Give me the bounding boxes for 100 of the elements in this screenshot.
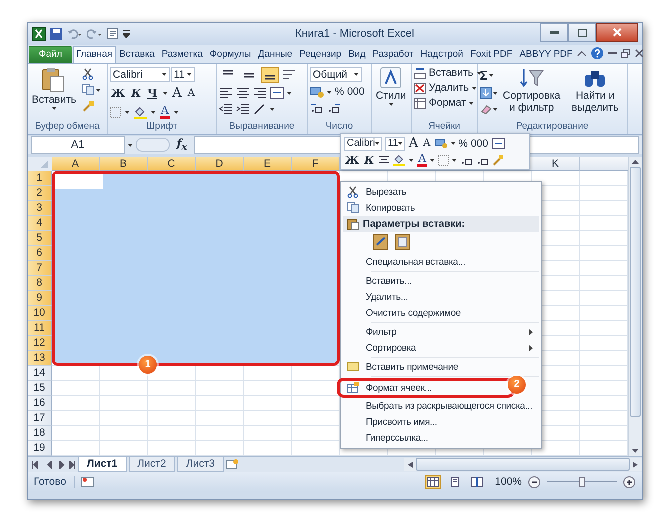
menu-item[interactable]: Сортировка bbox=[343, 340, 539, 356]
ribbon-tab[interactable]: ABBYY PDF bbox=[516, 46, 576, 63]
decrease-decimal-icon[interactable] bbox=[327, 102, 341, 114]
minimize-ribbon-icon[interactable] bbox=[576, 50, 587, 58]
active-cell[interactable] bbox=[55, 174, 103, 189]
record-macro-icon[interactable] bbox=[81, 476, 96, 488]
align-center-icon[interactable] bbox=[236, 87, 250, 99]
borders-icon[interactable] bbox=[110, 106, 121, 118]
fill-color-icon[interactable] bbox=[393, 154, 406, 166]
menu-item[interactable]: Вырезать bbox=[343, 184, 539, 200]
menu-item[interactable]: Формат ячеек... bbox=[340, 381, 512, 395]
delete-cells-button[interactable]: Удалить bbox=[414, 82, 478, 94]
column-header[interactable]: A bbox=[52, 157, 100, 171]
restore-workbook-icon[interactable] bbox=[620, 48, 631, 58]
save-icon[interactable] bbox=[50, 28, 63, 40]
font-color-button[interactable]: A bbox=[417, 153, 428, 167]
font-size-field[interactable]: 11 bbox=[385, 136, 405, 150]
merge-cells-icon[interactable] bbox=[492, 138, 504, 149]
align-right-icon[interactable] bbox=[253, 87, 267, 99]
italic-button[interactable]: К bbox=[363, 154, 376, 166]
grow-font-button[interactable]: A bbox=[408, 136, 420, 151]
row-header[interactable]: 5 bbox=[28, 231, 52, 246]
bottom-align-button[interactable] bbox=[261, 67, 279, 83]
customize-toolbar-icon[interactable] bbox=[123, 30, 130, 38]
ribbon-tab[interactable]: Рецензир bbox=[296, 46, 345, 63]
scroll-left-arrow-icon[interactable] bbox=[408, 462, 413, 468]
row-header[interactable]: 8 bbox=[28, 276, 52, 291]
row-header[interactable]: 4 bbox=[28, 216, 52, 231]
thousands-separator-button[interactable]: 000 bbox=[347, 86, 365, 98]
insert-sheet-icon[interactable] bbox=[226, 459, 240, 470]
fill-color-icon[interactable] bbox=[134, 106, 147, 118]
autosum-button[interactable]: Σ bbox=[480, 68, 488, 83]
row-header[interactable]: 14 bbox=[28, 366, 52, 381]
underline-button[interactable]: Ч bbox=[146, 87, 158, 100]
row-header[interactable]: 1 bbox=[28, 171, 52, 186]
row-header[interactable]: 19 bbox=[28, 441, 52, 456]
menu-item[interactable]: Копировать bbox=[343, 200, 539, 216]
currency-icon[interactable] bbox=[310, 86, 324, 98]
row-header[interactable]: 2 bbox=[28, 186, 52, 201]
minimize-workbook-icon[interactable] bbox=[608, 52, 617, 55]
ribbon-tab[interactable]: Разработ bbox=[370, 46, 417, 63]
scroll-down-arrow-icon[interactable] bbox=[632, 449, 639, 453]
ribbon-tab[interactable]: Разметка bbox=[158, 46, 206, 63]
ribbon-tab[interactable]: Файл bbox=[29, 46, 72, 63]
row-header[interactable]: 12 bbox=[28, 336, 52, 351]
vertical-scrollbar[interactable] bbox=[628, 157, 642, 456]
menu-item[interactable]: Гиперссылка... bbox=[343, 430, 539, 446]
increase-decimal-icon[interactable] bbox=[310, 102, 324, 114]
thousands-separator-button[interactable]: 000 bbox=[470, 138, 488, 150]
menu-item[interactable]: Фильтр bbox=[343, 324, 539, 340]
bold-button[interactable]: Ж bbox=[344, 154, 360, 166]
paste-option-icon[interactable] bbox=[373, 233, 391, 251]
scrollbar-thumb[interactable] bbox=[630, 167, 641, 417]
borders-icon[interactable] bbox=[438, 154, 450, 166]
column-header[interactable]: B bbox=[100, 157, 148, 171]
font-name-field[interactable]: Calibri bbox=[110, 67, 170, 82]
paintbrush-icon[interactable] bbox=[82, 100, 95, 113]
zoom-in-icon[interactable] bbox=[623, 476, 636, 488]
number-format-field[interactable]: Общий bbox=[310, 67, 362, 82]
normal-view-button[interactable] bbox=[425, 475, 442, 489]
row-header[interactable]: 3 bbox=[28, 201, 52, 216]
styles-button[interactable]: Стили bbox=[374, 67, 408, 106]
row-header[interactable]: 7 bbox=[28, 261, 52, 276]
sheet-tab[interactable]: Лист1 bbox=[78, 457, 127, 472]
eraser-icon[interactable] bbox=[480, 103, 492, 115]
bold-button[interactable]: Ж bbox=[110, 87, 126, 100]
column-header[interactable]: F bbox=[292, 157, 340, 171]
sort-filter-button[interactable]: Сортировка и фильтр bbox=[501, 67, 563, 114]
scroll-up-arrow-icon[interactable] bbox=[632, 160, 639, 164]
insert-function-button[interactable]: f$_{x}$ bbox=[173, 136, 192, 154]
close-button[interactable] bbox=[596, 23, 638, 42]
row-header[interactable]: 18 bbox=[28, 426, 52, 441]
scroll-right-arrow-icon[interactable] bbox=[633, 462, 638, 468]
percent-button[interactable]: % bbox=[335, 86, 344, 98]
format-cells-button[interactable]: Формат bbox=[414, 97, 474, 109]
menu-item[interactable]: Удалить... bbox=[343, 289, 539, 305]
zoom-out-icon[interactable] bbox=[528, 476, 541, 488]
shrink-font-button[interactable]: A bbox=[186, 88, 196, 99]
increase-indent-icon[interactable] bbox=[236, 103, 250, 115]
menu-item[interactable]: Специальная вставка... bbox=[343, 254, 539, 270]
grow-font-button[interactable]: A bbox=[172, 86, 183, 101]
font-size-field[interactable]: 11 bbox=[171, 67, 195, 82]
menu-item[interactable]: Присвоить имя... bbox=[343, 414, 539, 430]
sheet-tab[interactable]: Лист3 bbox=[177, 457, 224, 472]
currency-icon[interactable] bbox=[434, 138, 448, 149]
name-box[interactable]: A1 bbox=[31, 136, 125, 154]
fill-down-icon[interactable] bbox=[480, 87, 492, 99]
decrease-indent-icon[interactable] bbox=[219, 103, 233, 115]
font-name-field[interactable]: Calibri bbox=[344, 136, 382, 150]
menu-item[interactable]: Вставить примечание bbox=[343, 359, 539, 375]
zoom-slider-thumb[interactable] bbox=[579, 477, 585, 487]
paste-button[interactable]: Вставить bbox=[30, 67, 79, 110]
row-header[interactable]: 9 bbox=[28, 291, 52, 306]
percent-button[interactable]: % bbox=[458, 138, 468, 150]
row-header[interactable]: 6 bbox=[28, 246, 52, 261]
menu-item[interactable]: Вставить... bbox=[343, 273, 539, 289]
ribbon-tab[interactable]: Формулы bbox=[206, 46, 254, 63]
align-center-icon[interactable] bbox=[378, 154, 390, 166]
align-left-icon[interactable] bbox=[219, 87, 233, 99]
ribbon-tab[interactable]: Данные bbox=[255, 46, 296, 63]
